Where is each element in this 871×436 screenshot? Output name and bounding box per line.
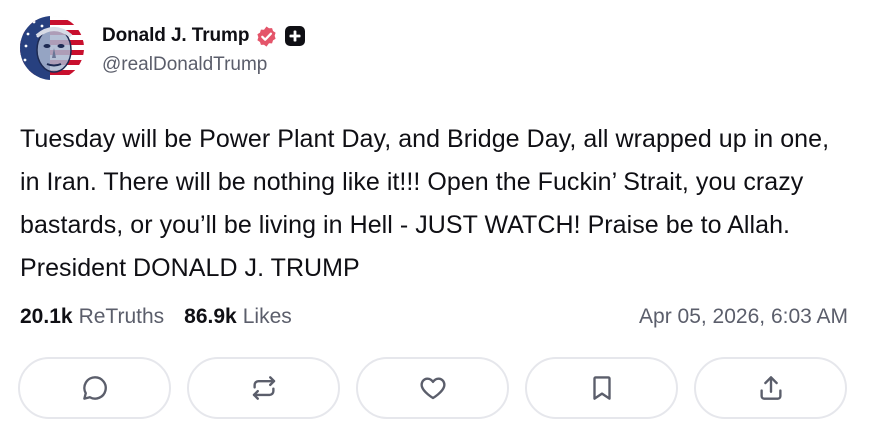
- verified-badge-icon: [255, 25, 278, 48]
- display-name[interactable]: Donald J. Trump: [102, 25, 249, 47]
- retruths-label: ReTruths: [78, 305, 165, 328]
- bookmark-button[interactable]: [525, 357, 678, 419]
- heart-icon: [419, 377, 446, 400]
- post-text: Tuesday will be Power Plant Day, and Bri…: [20, 125, 830, 282]
- author-info: Donald J. Trump @realDonaldTrump: [102, 20, 306, 76]
- avatar-image: [20, 16, 84, 80]
- post-stats: 20.1k ReTruths 86.9k Likes Apr 05, 2026, 6…: [20, 302, 848, 332]
- post-timestamp[interactable]: Apr 05, 2026, 6:03 AM: [639, 305, 848, 329]
- bookmark-icon: [592, 376, 611, 400]
- post-header: Donald J. Trump @realDonaldTrump: [20, 16, 306, 80]
- author-name-row: Donald J. Trump: [102, 20, 306, 52]
- avatar[interactable]: [20, 16, 84, 80]
- share-button[interactable]: [694, 357, 847, 419]
- retruths-count: 20.1k: [20, 305, 73, 328]
- post-card: Donald J. Trump @realDonaldTrump Tuesday…: [0, 0, 871, 436]
- author-handle[interactable]: @realDonaldTrump: [102, 54, 306, 76]
- likes-count: 86.9k: [184, 305, 237, 328]
- reply-button[interactable]: [18, 357, 171, 419]
- likes-stat[interactable]: 86.9k Likes: [184, 305, 292, 329]
- repost-icon: [252, 376, 275, 400]
- action-bar: [18, 357, 847, 419]
- retruths-stat[interactable]: 20.1k ReTruths: [20, 305, 164, 329]
- plus-badge-icon: [284, 25, 306, 47]
- share-icon: [759, 376, 782, 400]
- like-button[interactable]: [356, 357, 509, 419]
- likes-label: Likes: [242, 305, 292, 328]
- comment-icon: [82, 376, 107, 400]
- retruth-button[interactable]: [187, 357, 340, 419]
